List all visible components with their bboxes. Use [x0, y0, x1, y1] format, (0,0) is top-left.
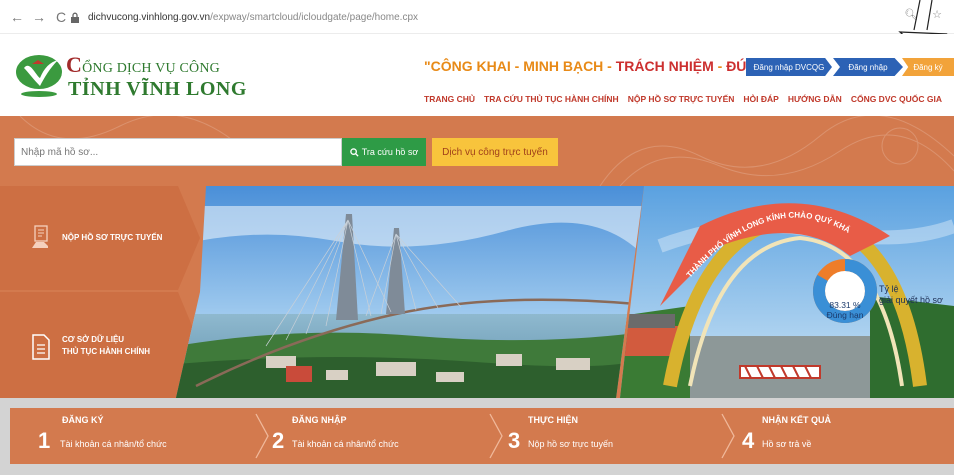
step-number: 1 — [38, 428, 51, 453]
bridge-photo — [176, 186, 644, 398]
online-service-button[interactable]: Dịch vụ công trực tuyến — [432, 138, 558, 166]
step-number: 2 — [272, 428, 285, 453]
tile-online-submission[interactable]: NỘP HỒ SƠ TRỰC TUYẾN — [0, 186, 200, 290]
donut-center-label: 83.31 % Đúng hạn — [812, 300, 878, 320]
back-icon[interactable]: ← — [8, 8, 26, 26]
brand-title: CỔNG DỊCH VỤ CÔNG — [66, 52, 220, 78]
step-title: ĐĂNG NHẬP — [292, 415, 347, 425]
search-section: Tra cứu hồ sơ Dịch vụ công trực tuyến — [0, 116, 954, 186]
step-desc: Hồ sơ trả về — [762, 439, 812, 449]
lock-icon — [71, 12, 79, 23]
nav-home[interactable]: TRANG CHỦ — [424, 94, 475, 104]
step-number: 4 — [742, 428, 755, 453]
tile1-line1: NỘP HỒ SƠ TRỰC TUYẾN — [62, 233, 163, 242]
step-submit[interactable]: 3 THỰC HIỆN Nộp hồ sơ trực tuyến — [482, 408, 718, 464]
record-code-input[interactable] — [14, 138, 342, 166]
register-button[interactable]: Đăng ký — [902, 58, 954, 76]
hero-section: NỘP HỒ SƠ TRỰC TUYẾN CƠ SỞ DỮ LIỆU THỦ T… — [0, 186, 954, 398]
login-button[interactable]: Đăng nhập — [833, 58, 903, 76]
url-host: dichvucong.vinhlong.gov.vn — [88, 11, 211, 23]
nav-national-portal[interactable]: CỔNG DVC QUỐC GIA — [851, 94, 942, 104]
nav-guide[interactable]: HƯỚNG DẪN — [788, 94, 842, 104]
rate-line2: giải quyết hồ sơ — [879, 295, 943, 305]
on-time-label: Đúng hạn — [826, 310, 864, 320]
step-title: THỰC HIỆN — [528, 415, 578, 425]
lookup-record-button[interactable]: Tra cứu hồ sơ — [342, 138, 426, 166]
site-header: CỔNG DỊCH VỤ CÔNG TỈNH VĨNH LONG "CÔNG K… — [0, 34, 954, 116]
step-desc: Nộp hồ sơ trực tuyến — [528, 439, 613, 449]
slogan-part2: TRÁCH NHIỆM — [615, 58, 714, 74]
nav-online-submission[interactable]: NỘP HỒ SƠ TRỰC TUYẾN — [628, 94, 735, 104]
step-receive-result[interactable]: 4 NHẬN KẾT QUẢ Hồ sơ trả về — [716, 408, 954, 464]
brand-subtitle: TỈNH VĨNH LONG — [68, 78, 247, 100]
nav-faq[interactable]: HỎI ĐÁP — [743, 94, 778, 104]
step-desc: Tài khoản cá nhân/tổ chức — [292, 439, 399, 449]
nav-procedure-lookup[interactable]: TRA CỨU THỦ TỤC HÀNH CHÍNH — [484, 94, 619, 104]
step-login[interactable]: 2 ĐĂNG NHẬP Tài khoản cá nhân/tổ chức — [246, 408, 482, 464]
url-path: /expway/smartcloud/icloudgate/page/home.… — [210, 11, 419, 23]
slogan-part1: "CÔNG KHAI - MINH BẠCH - — [424, 58, 616, 74]
steps-bar: 1 ĐĂNG KÝ Tài khoản cá nhân/tổ chức 2 ĐĂ… — [10, 408, 954, 464]
on-time-percent: 83.31 % — [829, 300, 861, 310]
tile-procedure-database[interactable]: CƠ SỞ DỮ LIỆU THỦ TỤC HÀNH CHÍNH — [0, 292, 200, 398]
search-icon — [349, 147, 359, 157]
portal-logo-icon[interactable] — [14, 50, 64, 100]
tile2-line1: CƠ SỞ DỮ LIỆU — [62, 335, 125, 344]
lookup-record-label: Tra cứu hồ sơ — [361, 147, 419, 157]
tile2-line2: THỦ TỤC HÀNH CHÍNH — [62, 347, 150, 356]
main-nav: TRANG CHỦ TRA CỨU THỦ TỤC HÀNH CHÍNH NỘP… — [424, 94, 942, 104]
address-bar[interactable]: dichvucong.vinhlong.gov.vn /expway/smart… — [70, 7, 940, 27]
document-hand-icon — [32, 225, 48, 248]
step-title: NHẬN KẾT QUẢ — [762, 415, 831, 425]
step-title: ĐĂNG KÝ — [62, 415, 104, 425]
step-number: 3 — [508, 428, 521, 453]
login-dvcqg-button[interactable]: Đăng nhập DVCQG — [746, 58, 832, 76]
tile-procedure-database-label: CƠ SỞ DỮ LIỆU THỦ TỤC HÀNH CHÍNH — [62, 334, 150, 358]
tile-online-submission-label: NỘP HỒ SƠ TRỰC TUYẾN — [62, 232, 162, 244]
processing-rate-label: Tỷ lệ giải quyết hồ sơ — [879, 284, 943, 306]
step-register[interactable]: 1 ĐĂNG KÝ Tài khoản cá nhân/tổ chức — [10, 408, 246, 464]
slogan-part3: - — [713, 58, 727, 74]
reload-icon[interactable]: C — [52, 8, 70, 26]
file-list-icon — [32, 334, 50, 360]
forward-icon[interactable]: → — [30, 8, 48, 26]
brand-title-rest: ỔNG DỊCH VỤ CÔNG — [82, 61, 220, 76]
browser-toolbar: ← → C dichvucong.vinhlong.gov.vn /expway… — [0, 0, 954, 55]
page-root: ← → C dichvucong.vinhlong.gov.vn /expway… — [0, 0, 954, 475]
steps-section: 1 ĐĂNG KÝ Tài khoản cá nhân/tổ chức 2 ĐĂ… — [0, 398, 954, 475]
brand-initial: C — [66, 52, 83, 77]
step-desc: Tài khoản cá nhân/tổ chức — [60, 439, 167, 449]
rate-line1: Tỷ lệ — [879, 284, 899, 294]
